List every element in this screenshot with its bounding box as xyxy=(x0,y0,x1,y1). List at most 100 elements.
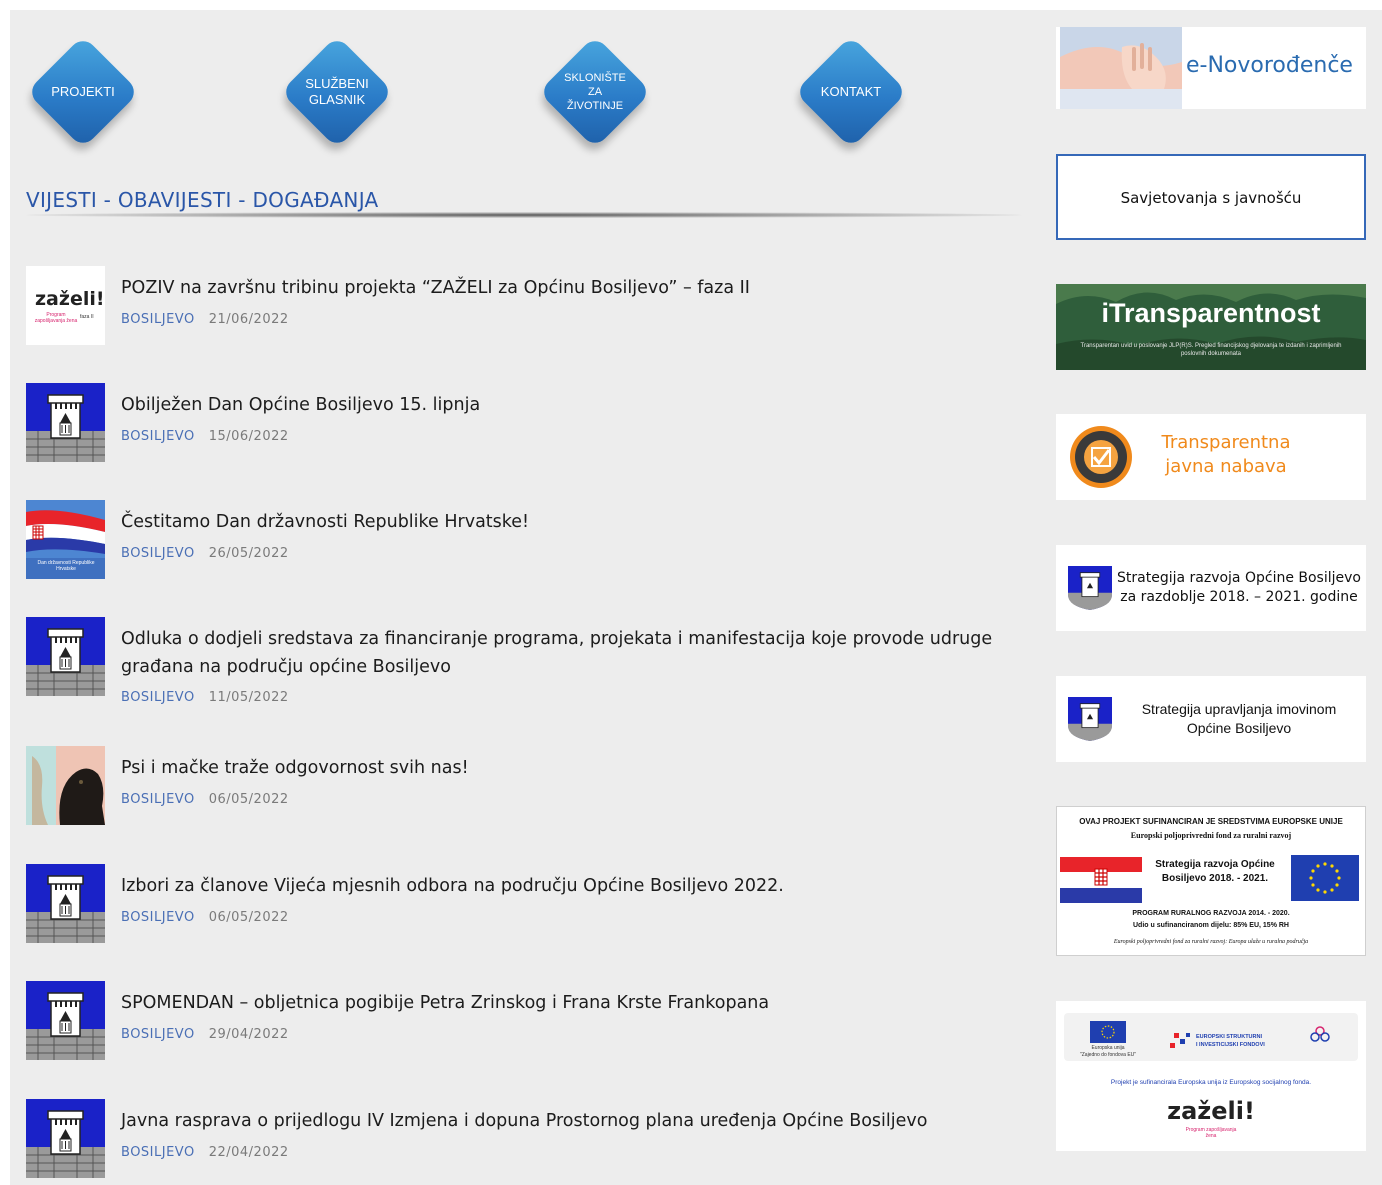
news-title-link[interactable]: Psi i mačke traže odgovornost svih nas! xyxy=(121,754,1026,782)
zazeli-sub: Program zapošljavanja žena xyxy=(34,312,78,324)
news-thumbnail-flag[interactable]: Dan državnosti Republike Hrvatske xyxy=(26,500,105,579)
news-title-link[interactable]: Odluka o dodjeli sredstava za financiran… xyxy=(121,625,1026,681)
news-date: 06/05/2022 xyxy=(208,910,289,925)
esf-esi-line2: I INVESTICIJSKI FONDOVI xyxy=(1196,1042,1265,1048)
eu-project-banner[interactable]: OVAJ PROJEKT SUFINANCIRAN JE SREDSTVIMA … xyxy=(1056,806,1366,956)
nabava-line2: javna nabava xyxy=(1165,456,1287,477)
strategija-razvoja-banner[interactable]: Strategija razvoja Općine Bosiljevo za r… xyxy=(1056,545,1366,631)
savjetovanja-label: Savjetovanja s javnošću xyxy=(1120,189,1302,207)
news-title-link[interactable]: Izbori za članove Vijeća mjesnih odbora … xyxy=(121,872,1026,900)
news-category-link[interactable]: BOSILJEVO xyxy=(121,1027,195,1042)
news-title-link[interactable]: SPOMENDAN – obljetnica pogibije Petra Zr… xyxy=(121,989,1026,1017)
news-category-link[interactable]: BOSILJEVO xyxy=(121,690,195,705)
nabava-seal-icon xyxy=(1070,426,1132,488)
esf-zazeli-sub: Program zapošljavanja žena xyxy=(1185,1127,1237,1139)
news-meta: BOSILJEVO 06/05/2022 xyxy=(121,792,289,807)
news-thumbnail-zazeli[interactable]: zaželi! Program zapošljavanja žena faza … xyxy=(26,266,105,345)
eu-bottom-text: Europski poljoprivredni fond za ruralni … xyxy=(1113,939,1309,945)
eu-program-text: PROGRAM RURALNOG RAZVOJA 2014. - 2020. xyxy=(1132,910,1290,917)
eu-mid-line2: Bosiljevo 2018. - 2021. xyxy=(1161,873,1269,884)
baby-hand-photo-icon xyxy=(1060,27,1182,109)
e-novorodjence-label: e-Novorođenče xyxy=(1186,53,1353,78)
flag-caption: Dan državnosti Republike Hrvatske xyxy=(37,560,95,572)
eu-fund-text: Europski poljoprivredni fond za ruralni … xyxy=(1130,831,1292,840)
transparentna-nabava-banner[interactable]: Transparentna javna nabava xyxy=(1056,414,1366,500)
eu-flag-icon xyxy=(1090,1021,1126,1043)
news-thumbnail-coat-of-arms[interactable] xyxy=(26,864,105,943)
news-thumbnail-pets[interactable] xyxy=(26,746,105,825)
flower-logo-icon xyxy=(1310,1026,1330,1042)
strategija-razvoja-line2: za razdoblje 2018. – 2021. godine xyxy=(1120,589,1358,605)
esf-zazeli-logo: zaželi! xyxy=(1167,1097,1255,1125)
eu-flag-icon xyxy=(1291,855,1359,901)
news-meta: BOSILJEVO 26/05/2022 xyxy=(121,546,289,561)
news-category-link[interactable]: BOSILJEVO xyxy=(121,792,195,807)
zazeli-logo: zaželi! xyxy=(35,288,105,310)
news-meta: BOSILJEVO 29/04/2022 xyxy=(121,1027,289,1042)
news-thumbnail-coat-of-arms[interactable] xyxy=(26,981,105,1060)
news-date: 22/04/2022 xyxy=(208,1145,289,1160)
esf-zazeli-banner[interactable]: Europska unija "Zajedno do fondova EU" E… xyxy=(1056,1001,1366,1151)
news-date: 15/06/2022 xyxy=(208,429,289,444)
coat-of-arms-icon xyxy=(26,981,105,1060)
news-category-link[interactable]: BOSILJEVO xyxy=(121,429,195,444)
news-meta: BOSILJEVO 22/04/2022 xyxy=(121,1145,289,1160)
esf-esi-line1: EUROPSKI STRUKTURNI xyxy=(1196,1034,1263,1040)
esf-eu-label: Europska unija xyxy=(1091,1045,1125,1051)
nav-label: SKLONIŠTE ZA ŽIVOTINJE xyxy=(564,72,626,112)
eu-mid-line1: Strategija razvoja Općine xyxy=(1155,859,1275,870)
strategija-imovine-banner[interactable]: Strategija upravljanja imovinom Općine B… xyxy=(1056,676,1366,762)
strategija-imovine-line1: Strategija upravljanja imovinom xyxy=(1141,701,1337,717)
zazeli-phase: faza II xyxy=(80,314,94,320)
esf-eu-sub: "Zajedno do fondova EU" xyxy=(1079,1052,1137,1058)
strategija-razvoja-line1: Strategija razvoja Općine Bosiljevo xyxy=(1117,570,1361,586)
nav-label: SLUŽBENI GLASNIK xyxy=(305,76,369,107)
nav-sluzbeni-glasnik-button[interactable]: SLUŽBENI GLASNIK xyxy=(280,35,394,149)
news-category-link[interactable]: BOSILJEVO xyxy=(121,312,195,327)
news-date: 06/05/2022 xyxy=(208,792,289,807)
news-title-link[interactable]: Javna rasprava o prijedlogu IV Izmjena i… xyxy=(121,1107,1026,1135)
eu-share-text: Udio u sufinanciranom dijelu: 85% EU, 15… xyxy=(1133,922,1289,929)
news-date: 29/04/2022 xyxy=(208,1027,289,1042)
itransparentnost-sub: Transparentan uvid u poslovanje JLP(R)S.… xyxy=(1080,343,1342,357)
nabava-line1: Transparentna xyxy=(1161,432,1291,453)
section-title: VIJESTI - OBAVIJESTI - DOGAĐANJA xyxy=(26,188,379,212)
news-meta: BOSILJEVO 15/06/2022 xyxy=(121,429,289,444)
news-title-link[interactable]: Čestitamo Dan državnosti Republike Hrvat… xyxy=(121,508,1026,536)
news-title-link[interactable]: POZIV na završnu tribinu projekta “ZAŽEL… xyxy=(121,274,1026,302)
e-novorodjence-banner[interactable]: e-Novorođenče xyxy=(1056,27,1366,109)
esf-text: Projekt je sufinancirala Europska unija … xyxy=(1110,1079,1312,1086)
news-date: 26/05/2022 xyxy=(208,546,289,561)
pets-photo-icon xyxy=(26,746,105,825)
news-date: 21/06/2022 xyxy=(208,312,289,327)
nav-projekti-button[interactable]: PROJEKTI xyxy=(26,35,140,149)
coat-of-arms-icon xyxy=(26,1099,105,1178)
news-date: 11/05/2022 xyxy=(208,690,289,705)
news-meta: BOSILJEVO 11/05/2022 xyxy=(121,690,289,705)
itransparentnost-banner[interactable]: iTransparentnost Transparentan uvid u po… xyxy=(1056,284,1366,370)
nav-kontakt-button[interactable]: KONTAKT xyxy=(794,35,908,149)
croatian-flag-icon xyxy=(1060,857,1142,903)
news-meta: BOSILJEVO 21/06/2022 xyxy=(121,312,289,327)
news-thumbnail-coat-of-arms[interactable] xyxy=(26,617,105,696)
eu-top-text: OVAJ PROJEKT SUFINANCIRAN JE SREDSTVIMA … xyxy=(1079,817,1343,826)
news-category-link[interactable]: BOSILJEVO xyxy=(121,1145,195,1160)
page: PROJEKTI SLUŽBENI GLASNIK SKLONIŠTE ZA Ž… xyxy=(10,10,1382,1185)
news-title-link[interactable]: Obilježen Dan Općine Bosiljevo 15. lipnj… xyxy=(121,391,1026,419)
coat-of-arms-icon xyxy=(1068,566,1112,610)
news-thumbnail-coat-of-arms[interactable] xyxy=(26,1099,105,1178)
title-divider xyxy=(26,212,1022,218)
nav-label: KONTAKT xyxy=(820,84,882,99)
news-thumbnail-coat-of-arms[interactable] xyxy=(26,383,105,462)
coat-of-arms-icon xyxy=(26,383,105,462)
savjetovanja-banner[interactable]: Savjetovanja s javnošću xyxy=(1056,154,1366,240)
news-meta: BOSILJEVO 06/05/2022 xyxy=(121,910,289,925)
news-category-link[interactable]: BOSILJEVO xyxy=(121,546,195,561)
esi-fund-logo-icon xyxy=(1170,1033,1190,1048)
coat-of-arms-icon xyxy=(26,617,105,696)
nav-skloniste-button[interactable]: SKLONIŠTE ZA ŽIVOTINJE xyxy=(538,35,652,149)
strategija-imovine-line2: Općine Bosiljevo xyxy=(1186,720,1292,736)
nav-label: PROJEKTI xyxy=(51,84,115,99)
coat-of-arms-icon xyxy=(1068,697,1112,741)
news-category-link[interactable]: BOSILJEVO xyxy=(121,910,195,925)
